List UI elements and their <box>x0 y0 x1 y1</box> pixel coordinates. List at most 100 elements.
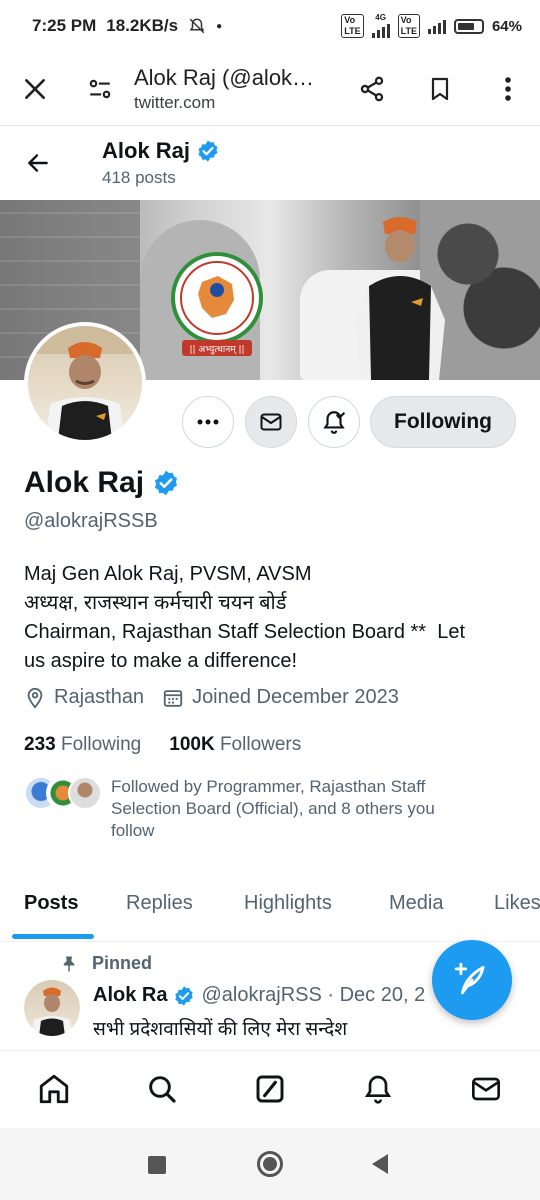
follow-counts: 233 Following 100K Followers <box>24 734 301 756</box>
profile-header-bar: Alok Raj 418 posts <box>0 126 540 200</box>
emblem-caption: || अभ्युत्थानम् || <box>189 345 244 355</box>
page-title: Alok Raj (@alok… <box>134 64 315 90</box>
signal-icon <box>371 22 390 38</box>
header-name: Alok Raj <box>102 138 191 163</box>
followed-by-line: follow <box>111 821 155 840</box>
status-bar: 7:25 PM 18.2KB/s ● Vo LTE 4G Vo LTE 64% <box>0 0 540 52</box>
pin-icon <box>63 956 75 971</box>
pinned-label-row: Pinned <box>60 953 152 974</box>
back-button[interactable] <box>0 126 75 200</box>
close-button[interactable] <box>0 52 70 126</box>
header-name-row: Alok Raj <box>102 138 220 164</box>
bio-line: अध्यक्ष, राजस्थान कर्मचारी चयन बोर्ड <box>24 592 287 614</box>
page-domain: twitter.com <box>134 92 216 112</box>
network-type: 4G <box>375 13 386 22</box>
tweet-text[interactable]: सभी प्रदेशवासियों की लिए मेरा सन्देश <box>93 1015 347 1041</box>
more-menu-button[interactable] <box>476 52 540 126</box>
bell-icon <box>364 1075 392 1104</box>
home-icon <box>39 1074 69 1104</box>
battery-level: 64% <box>491 17 522 35</box>
browser-toolbar: Alok Raj (@alok… twitter.com <box>0 52 540 126</box>
share-button[interactable] <box>340 52 404 126</box>
profile-meta: Rajasthan Joined December 2023 <box>24 686 417 709</box>
home-circle-icon <box>257 1151 283 1177</box>
tab-highlights[interactable]: Highlights <box>244 892 332 915</box>
joined-text: Joined December 2023 <box>192 686 399 708</box>
mutual-followers-avatars[interactable] <box>24 776 102 810</box>
tab-posts[interactable]: Posts <box>24 892 78 915</box>
notification-dot-icon: ● <box>216 20 223 32</box>
more-horizontal-icon <box>197 419 219 425</box>
bookmark-button[interactable] <box>404 52 476 126</box>
status-data-rate: 18.2KB/s <box>106 16 179 35</box>
nav-messages-button[interactable] <box>466 1069 506 1109</box>
verified-badge-icon <box>154 470 178 496</box>
compose-post-button[interactable] <box>432 940 512 1020</box>
bio-line: Chairman, Rajasthan Staff Selection Boar… <box>24 621 465 643</box>
profile-tabs: Posts Replies Highlights Media Likes <box>0 870 540 942</box>
nav-notifications-button[interactable] <box>358 1069 398 1109</box>
profile-name: Alok Raj <box>24 466 145 499</box>
followed-by-text[interactable]: Followed by Programmer, Rajasthan Staff … <box>111 776 491 842</box>
following-count-link[interactable]: 233 Following <box>24 734 141 756</box>
profile-bio: Maj Gen Alok Raj, PVSM, AVSM अध्यक्ष, रा… <box>24 560 519 676</box>
bio-line: Maj Gen Alok Raj, PVSM, AVSM <box>24 563 312 585</box>
followers-count-link[interactable]: 100K Followers <box>169 734 301 756</box>
back-triangle-icon <box>372 1154 388 1174</box>
verified-badge-icon <box>175 985 194 1006</box>
profile-name-row: Alok Raj <box>24 466 180 500</box>
bookmark-icon <box>431 77 449 100</box>
status-time: 7:25 PM <box>32 16 97 35</box>
home-system-button[interactable] <box>256 1150 284 1183</box>
location-text: Rajasthan <box>54 686 145 708</box>
mutual-avatar <box>68 776 102 810</box>
profile-avatar[interactable] <box>24 322 146 444</box>
signal-icon-2 <box>427 18 446 34</box>
recents-button[interactable] <box>148 1156 166 1179</box>
volte-icon: Vo LTE <box>341 14 364 38</box>
close-icon <box>25 78 45 99</box>
joined-item: Joined December 2023 <box>162 686 399 709</box>
tweet-header: Alok Ra @alokrajRSS · Dec 20, 2 <box>93 984 425 1007</box>
tweet-avatar-photo <box>32 987 72 1036</box>
battery-icon <box>453 18 484 34</box>
followed-by-line: Followed by Programmer, Rajasthan Staff <box>111 777 426 796</box>
following-label: Following <box>60 734 142 755</box>
avatar-photo <box>28 326 142 440</box>
tab-replies[interactable]: Replies <box>126 892 193 915</box>
back-system-button[interactable] <box>370 1153 390 1180</box>
mail-icon <box>472 1077 500 1101</box>
profile-handle: @alokrajRSSB <box>24 510 158 532</box>
nav-grok-button[interactable] <box>250 1069 290 1109</box>
back-arrow-icon <box>27 154 48 172</box>
recents-square-icon <box>148 1156 166 1174</box>
tab-likes[interactable]: Likes <box>494 892 540 915</box>
search-icon <box>149 1076 176 1103</box>
location-item: Rajasthan <box>24 686 144 709</box>
followers-label: Followers <box>219 734 302 755</box>
nav-search-button[interactable] <box>142 1069 182 1109</box>
calendar-icon <box>163 689 183 707</box>
volte-icon-2: Vo LTE <box>397 14 420 38</box>
header-post-count: 418 posts <box>102 168 176 187</box>
tab-media[interactable]: Media <box>389 892 443 915</box>
tweet-avatar[interactable] <box>24 980 80 1036</box>
message-button[interactable] <box>245 396 297 448</box>
notifications-subscribe-button[interactable] <box>308 396 360 448</box>
system-navigation <box>0 1128 540 1200</box>
site-settings-button[interactable] <box>70 52 130 126</box>
location-pin-icon <box>27 687 43 709</box>
followed-by-line: Selection Board (Official), and 8 others… <box>111 799 435 818</box>
following-button[interactable]: Following <box>370 396 516 448</box>
url-bar[interactable]: Alok Raj (@alok… twitter.com <box>130 65 340 113</box>
more-options-button[interactable] <box>182 396 234 448</box>
site-settings-icon <box>89 79 111 98</box>
verified-badge-icon <box>198 140 218 162</box>
tweet-author-name[interactable]: Alok Ra <box>93 984 167 1007</box>
nav-home-button[interactable] <box>34 1069 74 1109</box>
mail-icon <box>260 413 282 431</box>
more-vertical-icon <box>505 76 511 101</box>
share-icon <box>360 76 384 101</box>
bio-line: us aspire to make a difference! <box>24 650 298 672</box>
tweet-handle-date: @alokrajRSS · Dec 20, 2 <box>201 984 426 1006</box>
